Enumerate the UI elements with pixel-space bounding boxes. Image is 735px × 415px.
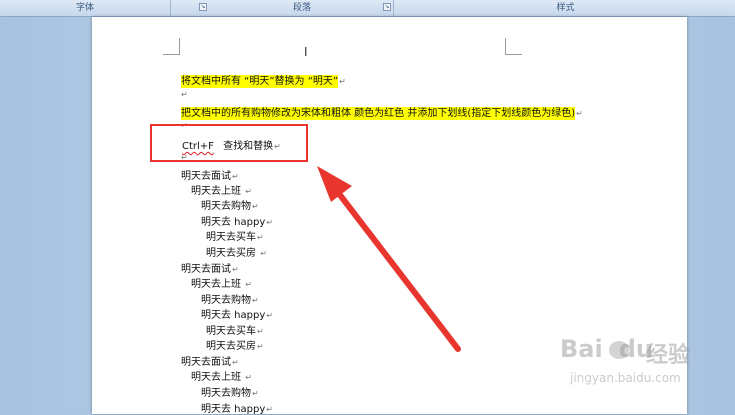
- paw-icon: [609, 341, 629, 359]
- baidu-jingyan-watermark: Bai du 经验 jingyan.baidu.com: [560, 335, 720, 395]
- watermark-cn: 经验: [646, 343, 691, 368]
- watermark-logo: Bai du: [560, 335, 653, 363]
- watermark-url: jingyan.baidu.com: [570, 371, 681, 385]
